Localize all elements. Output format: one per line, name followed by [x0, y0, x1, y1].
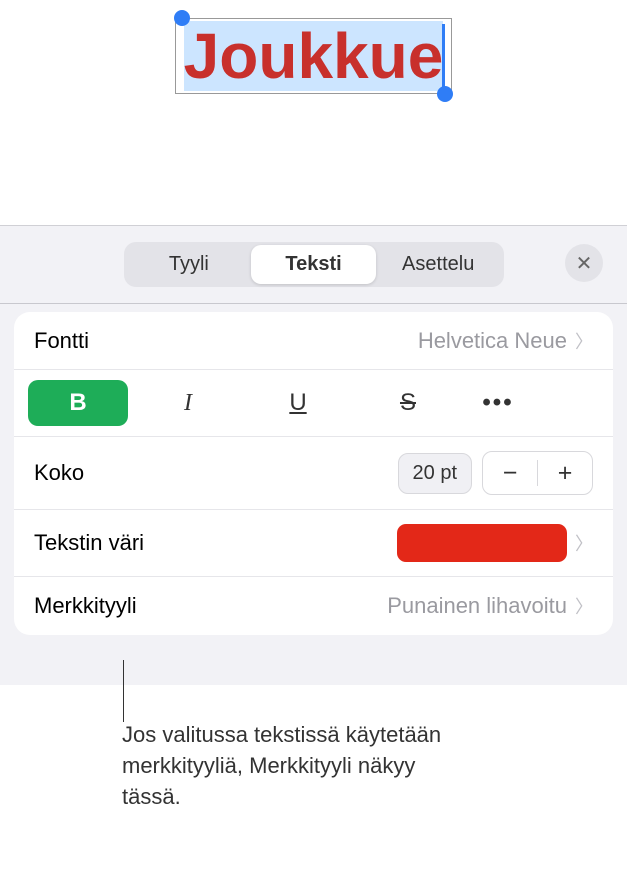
- selection-handle-start[interactable]: [174, 10, 190, 26]
- chevron-right-icon: 〉: [575, 530, 593, 556]
- format-buttons-row: B I U S •••: [14, 370, 613, 437]
- tab-bar: Tyyli Teksti Asettelu ✕: [0, 226, 627, 299]
- text-cursor: [442, 24, 445, 88]
- canvas-area: Joukkue: [0, 0, 627, 225]
- format-panel: Tyyli Teksti Asettelu ✕ Fontti Helvetica…: [0, 225, 627, 685]
- italic-button[interactable]: I: [138, 380, 238, 426]
- callout: Jos valitussa tekstissä käytetään merkki…: [122, 720, 472, 812]
- size-label: Koko: [34, 460, 398, 486]
- font-row[interactable]: Fontti Helvetica Neue 〉: [14, 312, 613, 370]
- chevron-right-icon: 〉: [575, 328, 593, 354]
- character-style-row[interactable]: Merkkityyli Punainen lihavoitu 〉: [14, 577, 613, 635]
- selected-text-box[interactable]: Joukkue: [175, 18, 453, 94]
- strikethrough-button[interactable]: S: [358, 380, 458, 426]
- size-value[interactable]: 20 pt: [398, 453, 472, 494]
- panel-content: Fontti Helvetica Neue 〉 B I U S ••• Koko…: [14, 312, 613, 635]
- chevron-right-icon: 〉: [575, 593, 593, 619]
- bold-button[interactable]: B: [28, 380, 128, 426]
- selected-text[interactable]: Joukkue: [184, 21, 444, 91]
- text-color-row[interactable]: Tekstin väri 〉: [14, 510, 613, 577]
- divider: [0, 303, 627, 304]
- callout-text: Jos valitussa tekstissä käytetään merkki…: [122, 720, 472, 812]
- size-row: Koko 20 pt − +: [14, 437, 613, 510]
- text-color-label: Tekstin väri: [34, 530, 397, 556]
- close-button[interactable]: ✕: [565, 244, 603, 282]
- size-increase-button[interactable]: +: [538, 452, 592, 494]
- size-decrease-button[interactable]: −: [483, 452, 537, 494]
- character-style-label: Merkkityyli: [34, 593, 387, 619]
- tab-style[interactable]: Tyyli: [127, 245, 252, 284]
- character-style-value: Punainen lihavoitu: [387, 593, 567, 619]
- segmented-control: Tyyli Teksti Asettelu: [124, 242, 504, 287]
- selection-handle-end[interactable]: [437, 86, 453, 102]
- tab-layout[interactable]: Asettelu: [376, 245, 501, 284]
- text-color-swatch[interactable]: [397, 524, 567, 562]
- font-label: Fontti: [34, 328, 418, 354]
- font-value: Helvetica Neue: [418, 328, 567, 354]
- underline-button[interactable]: U: [248, 380, 348, 426]
- more-options-button[interactable]: •••: [468, 380, 528, 426]
- tab-text[interactable]: Teksti: [251, 245, 376, 284]
- close-icon: ✕: [576, 251, 593, 276]
- size-stepper: − +: [482, 451, 593, 495]
- callout-line: [123, 660, 124, 722]
